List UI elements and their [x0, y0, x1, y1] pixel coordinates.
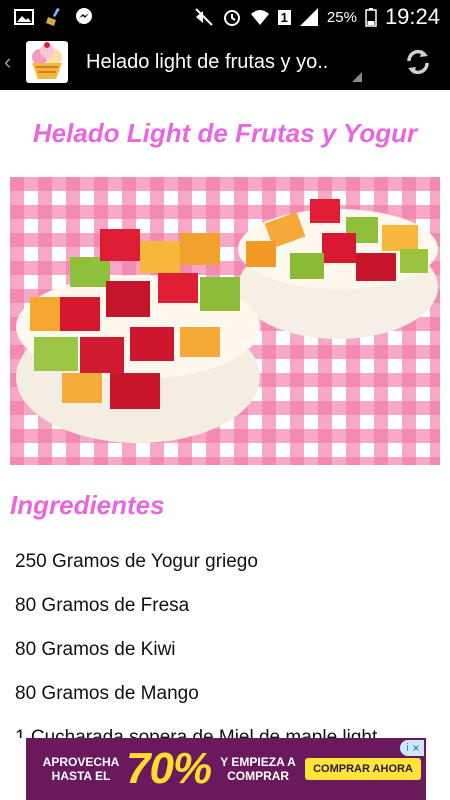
ingredients-list: 250 Gramos de Yogur griego 80 Gramos de …: [15, 548, 377, 738]
overflow-indicator-icon: [352, 72, 362, 82]
battery-percent: 25%: [326, 8, 357, 26]
status-bar: 1 25% 19:24: [0, 0, 450, 34]
clock: 19:24: [384, 4, 440, 29]
ad-cta-button[interactable]: COMPRAR AHORA: [305, 758, 421, 780]
ingredient-item: 250 Gramos de Yogur griego: [15, 551, 258, 572]
alarm-icon: [223, 10, 240, 26]
ad-creative[interactable]: APROVECHA HASTA EL 70% Y EMPIEZA A COMPR…: [26, 738, 426, 800]
ad-right-text: Y EMPIEZA A COMPRAR: [220, 755, 296, 783]
silent-mode-icon: [194, 8, 213, 26]
wifi-icon: [250, 10, 269, 25]
app-bar: ‹ Helado light de frutas y yo..: [0, 34, 450, 90]
ingredient-item: 80 Gramos de Fresa: [15, 595, 190, 616]
refresh-button[interactable]: [400, 44, 436, 80]
ice-cream-sundae-icon[interactable]: [26, 41, 68, 83]
battery-icon: [365, 8, 377, 27]
ingredient-item: 80 Gramos de Mango: [15, 683, 199, 704]
ad-left-text: APROVECHA HASTA EL: [42, 755, 120, 783]
ingredient-item: 80 Gramos de Kiwi: [15, 639, 176, 660]
cleaner-broom-icon: [46, 8, 60, 26]
gallery-icon: [14, 9, 34, 25]
back-chevron-icon[interactable]: ‹: [4, 49, 22, 75]
ingredient-item: 1 Cucharada sopera de Miel de maple ligh…: [15, 727, 378, 738]
ad-discount: 70%: [126, 744, 212, 793]
ingredients-heading: Ingredientes: [10, 490, 165, 520]
signal-icon: [299, 8, 318, 26]
ad-close-icon[interactable]: ×: [408, 740, 424, 756]
recipe-content[interactable]: Helado Light de Frutas y Yogur Ingredien…: [0, 90, 450, 738]
messenger-icon: [76, 8, 92, 24]
ad-banner[interactable]: APROVECHA HASTA EL 70% Y EMPIEZA A COMPR…: [0, 738, 450, 800]
refresh-icon: [407, 49, 429, 75]
sim-slot-badge: 1: [277, 9, 291, 25]
fruit-yogurt-ice-cream-photo: [10, 177, 440, 465]
app-title: Helado light de frutas y yo..: [86, 50, 329, 73]
recipe-title: Helado Light de Frutas y Yogur: [32, 118, 418, 148]
